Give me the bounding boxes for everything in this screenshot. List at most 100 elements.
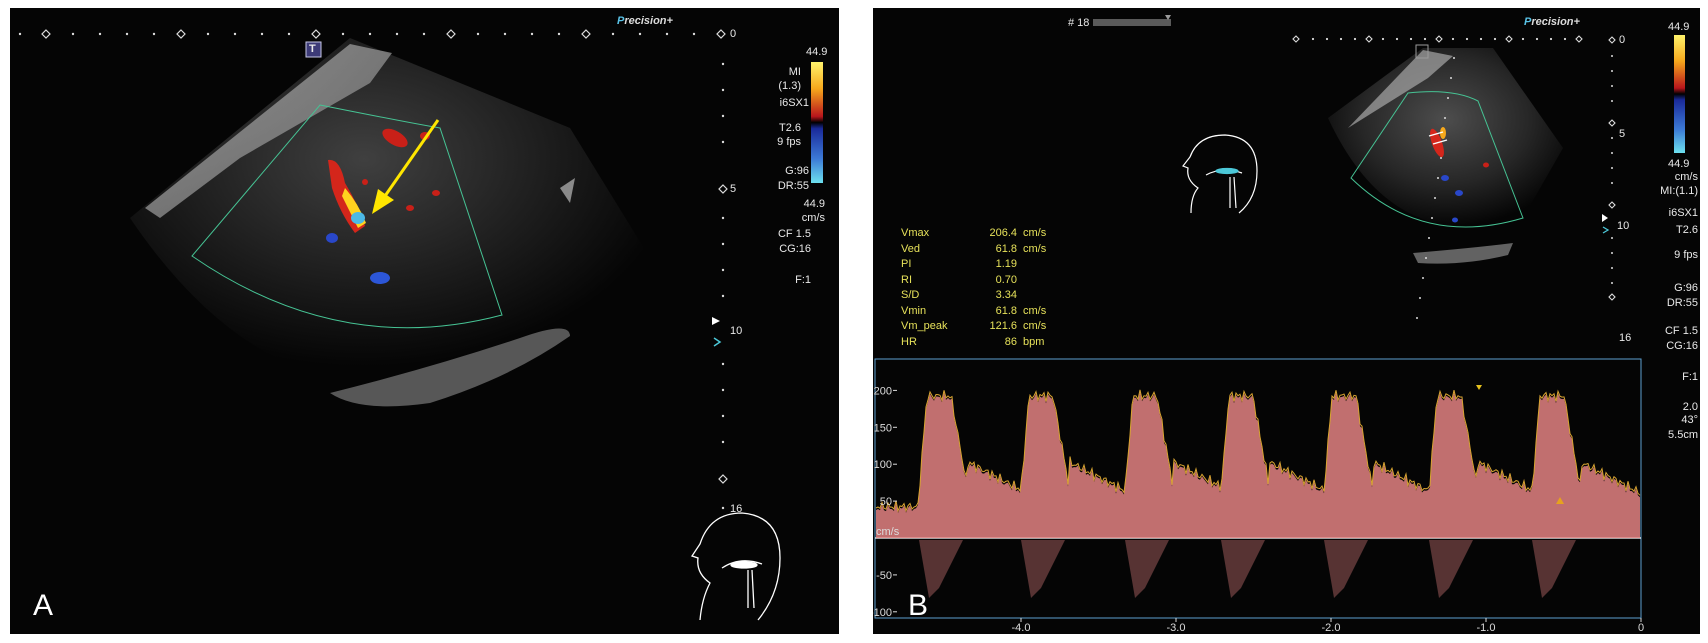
info-dr: DR:55 (777, 180, 809, 192)
depth-label-5: 5 (1619, 128, 1626, 140)
measurement-name: Vmin (901, 304, 927, 317)
measurement-value: 0.70 (995, 273, 1017, 286)
measurement-unit: cm/s (1023, 304, 1047, 317)
info-cf: CF 1.5 (777, 228, 811, 240)
x-tick-label: -4.0 (1012, 622, 1031, 634)
mini-top-dot-scale (1311, 37, 1567, 41)
measurement-row: S/D 3.34 (901, 288, 1063, 304)
x-tick-label: -3.0 (1167, 622, 1186, 634)
measurement-unit: cm/s (1023, 242, 1047, 255)
y-tick-label: 150 (874, 422, 892, 434)
measurement-name: S/D (901, 289, 920, 301)
measurement-name: PI (901, 258, 912, 270)
x-tick-label: -2.0 (1322, 622, 1341, 634)
measurement-value: 61.8 (995, 242, 1017, 255)
info-cg: CG:16 (779, 243, 811, 255)
top-dot-scale (18, 32, 696, 36)
info-t: T2.6 (1675, 224, 1698, 236)
info-gain: G:96 (785, 165, 809, 177)
doppler-y-unit: cm/s (876, 526, 900, 538)
focus-marker (712, 317, 720, 325)
measurement-value: 3.34 (995, 289, 1017, 301)
info-fps: 9 fps (1674, 249, 1698, 261)
mini-focus-marker (1602, 214, 1608, 222)
measurement-row: RI 0.70 (901, 273, 1063, 289)
info-scale-unit: cm/s (801, 212, 825, 224)
depth-label-10: 10 (730, 325, 743, 337)
head-pictogram-icon (1182, 134, 1258, 214)
measurement-value: 86 (1004, 335, 1017, 348)
color-bar-top-value: 44.9 (806, 46, 828, 58)
info-probe: i6SX1 (779, 97, 809, 109)
info-dr: DR:55 (1666, 297, 1698, 309)
doppler-x-ticks: -4.0 -3.0 -2.0 -1.0 0 (1012, 618, 1644, 634)
depth-label-0: 0 (1619, 34, 1626, 46)
color-bar-top-value: 44.9 (1668, 21, 1690, 33)
panel-a-image (18, 29, 823, 621)
info-angle: 43° (1681, 414, 1698, 426)
info-cf: CF 1.5 (1664, 325, 1698, 337)
info-cg: CG:16 (1666, 340, 1698, 352)
ultrasound-panel-b: 20015010050-50-100 -4.0-3.0-2.0-1.00 # 1… (873, 8, 1700, 634)
measurement-table: Vmax 206.4 cm/s Ved 61.8 cm/s PI 1.19 RI 0.70 S/D 3… (901, 226, 1063, 350)
frame-progress-bar (1093, 19, 1171, 26)
frame-number: # 18 (1068, 17, 1090, 29)
info-gate-depth: 5.5cm (1668, 429, 1698, 441)
focus-marker-2 (713, 337, 722, 347)
y-tick-label: 50 (880, 496, 892, 508)
measurement-value: 1.19 (995, 258, 1017, 270)
measurement-unit: cm/s (1023, 227, 1047, 239)
brand-logo: Precision+ (1524, 16, 1580, 28)
color-bar (811, 62, 823, 183)
y-tick-label: -50 (876, 570, 892, 582)
top-diamond-scale (41, 29, 726, 39)
y-tick-label: -100 (873, 607, 892, 619)
measurement-value: 61.8 (995, 304, 1017, 317)
info-gain: G:96 (1674, 282, 1698, 294)
depth-label-16: 16 (730, 503, 743, 515)
head-pictogram-icon (690, 512, 781, 621)
info-t: T2.6 (778, 122, 801, 134)
measurement-row: Vm_peak 121.6 cm/s (901, 319, 1063, 335)
color-bar-bottom-value: 44.9 (1668, 158, 1690, 170)
measurement-row: PI 1.19 (901, 257, 1063, 273)
measurement-row: Ved 61.8 cm/s (901, 242, 1063, 258)
mini-focus-marker-2 (1602, 226, 1610, 234)
x-tick-label: 0 (1638, 622, 1644, 634)
measurement-unit: cm/s (1023, 320, 1047, 332)
y-tick-label: 200 (874, 385, 892, 397)
info-f: F:1 (1682, 371, 1698, 383)
mini-color-bar (1674, 35, 1685, 153)
measurement-name: HR (901, 335, 917, 348)
measurement-row: HR 86 bpm (901, 335, 1063, 351)
t-marker-label: T (309, 43, 316, 55)
mini-lower-echo (1413, 243, 1513, 264)
brand-logo: Precision+ (617, 15, 673, 27)
mini-sector-field (1328, 48, 1563, 227)
measurement-value: 206.4 (989, 227, 1017, 239)
measurement-row: Vmin 61.8 cm/s (901, 304, 1063, 320)
ultrasound-panel-a: Precision+ T 0 5 10 16 44.9 MI (1.3) i6S… (10, 8, 839, 634)
info-fps: 9 fps (777, 136, 801, 148)
info-probe: i6SX1 (1668, 207, 1698, 219)
y-tick-label: 100 (874, 459, 892, 471)
mini-right-depth-dots (1611, 55, 1613, 284)
info-mi: MI:(1.1) (1660, 185, 1698, 197)
measurement-unit: bpm (1023, 335, 1045, 348)
info-f: F:1 (795, 274, 811, 286)
sector-field (130, 38, 650, 384)
info-scale: 44.9 (803, 198, 825, 210)
x-tick-label: -1.0 (1477, 622, 1496, 634)
measurement-row: Vmax 206.4 cm/s (901, 226, 1063, 242)
panel-label-a: A (33, 589, 54, 622)
measurement-name: RI (901, 273, 912, 286)
mini-top-diamond-scale (1292, 35, 1583, 43)
depth-label-0: 0 (730, 28, 737, 40)
measurement-name: Vmax (901, 227, 930, 239)
right-depth-diamonds (718, 184, 728, 484)
panel-label-b: B (908, 589, 929, 622)
measurement-value: 121.6 (989, 320, 1017, 332)
info-scale-unit: cm/s (1674, 171, 1698, 183)
measurement-name: Ved (901, 242, 920, 255)
measurement-name: Vm_peak (901, 320, 948, 332)
